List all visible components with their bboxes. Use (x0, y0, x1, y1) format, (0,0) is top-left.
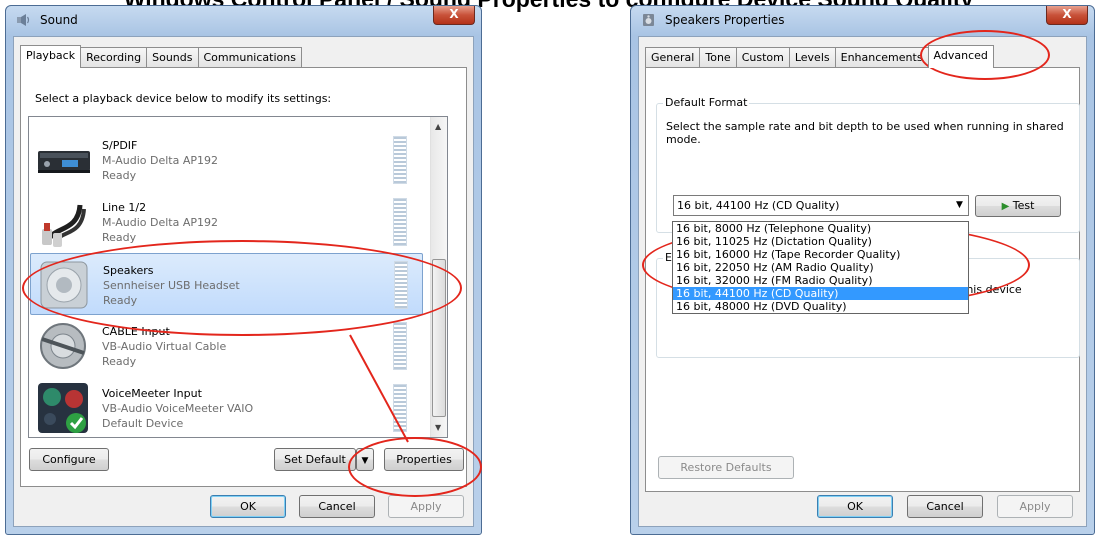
format-option[interactable]: 16 bit, 22050 Hz (AM Radio Quality) (673, 261, 968, 274)
format-option[interactable]: 16 bit, 16000 Hz (Tape Recorder Quality) (673, 248, 968, 261)
format-option[interactable]: 16 bit, 11025 Hz (Dictation Quality) (673, 235, 968, 248)
format-option[interactable]: 16 bit, 48000 Hz (DVD Quality) (673, 300, 968, 313)
format-option[interactable]: 16 bit, 8000 Hz (Telephone Quality) (673, 222, 968, 235)
format-option[interactable]: 16 bit, 32000 Hz (FM Radio Quality) (673, 274, 968, 287)
tab-advanced[interactable]: Advanced (927, 45, 994, 68)
sample-rate-dropdown-list[interactable]: 16 bit, 8000 Hz (Telephone Quality) 16 b… (672, 221, 969, 314)
format-option-selected[interactable]: 16 bit, 44100 Hz (CD Quality) (673, 287, 968, 300)
tab-playback[interactable]: Playback (20, 45, 82, 68)
